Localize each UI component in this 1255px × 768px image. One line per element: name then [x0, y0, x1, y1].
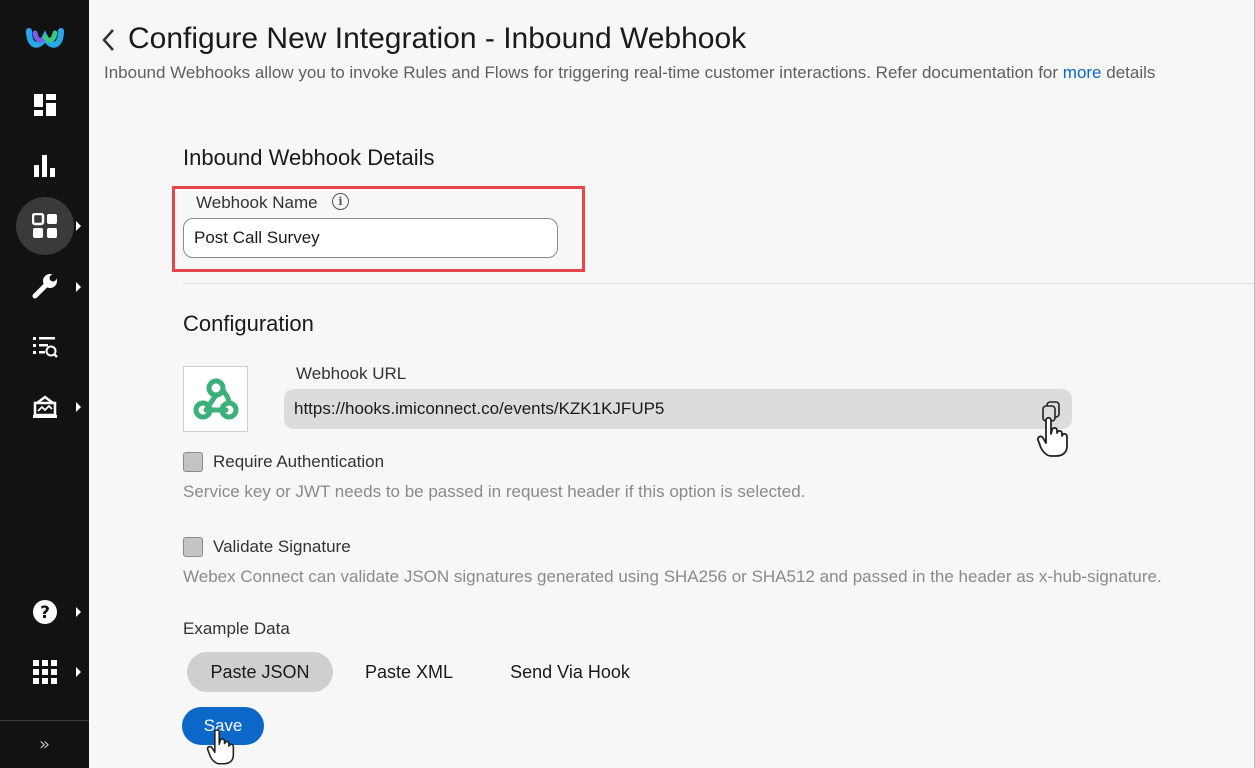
double-chevron-right-icon: »: [38, 734, 50, 755]
tools-icon[interactable]: [16, 257, 74, 315]
dashboard-icon[interactable]: [16, 76, 74, 134]
require-authentication-label: Require Authentication: [213, 452, 385, 471]
logs-icon[interactable]: [16, 318, 74, 376]
tab-send-via-hook[interactable]: Send Via Hook: [496, 652, 644, 692]
assets-icon[interactable]: [16, 378, 74, 436]
validate-signature-label: Validate Signature: [213, 537, 351, 556]
help-expand-icon[interactable]: [76, 607, 81, 617]
svg-text:?: ?: [40, 603, 50, 623]
info-icon[interactable]: i: [332, 193, 349, 210]
page-title: Configure New Integration - Inbound Webh…: [128, 22, 747, 55]
example-data-label: Example Data: [183, 619, 290, 638]
require-authentication-help: Service key or JWT needs to be passed in…: [183, 482, 806, 501]
tab-paste-json[interactable]: Paste JSON: [187, 652, 333, 692]
webhook-logo: [183, 366, 248, 432]
validate-signature-help: Webex Connect can validate JSON signatur…: [183, 567, 1162, 586]
section-divider: [183, 283, 1255, 284]
webhook-url-label: Webhook URL: [296, 364, 407, 383]
require-authentication-checkbox[interactable]: [183, 452, 203, 472]
tab-paste-xml[interactable]: Paste XML: [352, 652, 466, 692]
help-icon[interactable]: ?: [16, 583, 74, 641]
sidebar-collapse-button[interactable]: »: [0, 720, 89, 768]
validate-signature-checkbox[interactable]: [183, 537, 203, 557]
apps-expand-icon[interactable]: [76, 221, 81, 231]
assets-expand-icon[interactable]: [76, 402, 81, 412]
tools-expand-icon[interactable]: [76, 282, 81, 292]
webhook-name-input[interactable]: [183, 218, 558, 258]
details-section-title: Inbound Webhook Details: [183, 145, 435, 170]
documentation-more-link[interactable]: more: [1063, 63, 1102, 82]
webhook-name-label: Webhook Name: [196, 193, 318, 212]
apps-icon[interactable]: [16, 197, 74, 255]
webhook-url-field[interactable]: https://hooks.imiconnect.co/events/KZK1K…: [284, 389, 1072, 429]
analytics-icon[interactable]: [16, 136, 74, 194]
page-description: Inbound Webhooks allow you to invoke Rul…: [104, 63, 1156, 82]
configuration-section-title: Configuration: [183, 311, 314, 336]
back-arrow-icon[interactable]: [100, 26, 116, 54]
hand-cursor-icon: [206, 729, 235, 765]
sidebar: ? »: [0, 0, 89, 768]
webhook-url-value: https://hooks.imiconnect.co/events/KZK1K…: [294, 399, 665, 418]
grid-menu-icon[interactable]: [16, 643, 74, 701]
webex-logo-icon[interactable]: [16, 10, 74, 68]
webhook-icon: [193, 378, 238, 420]
hand-cursor-icon: [1036, 416, 1068, 457]
grid-menu-expand-icon[interactable]: [76, 667, 81, 677]
